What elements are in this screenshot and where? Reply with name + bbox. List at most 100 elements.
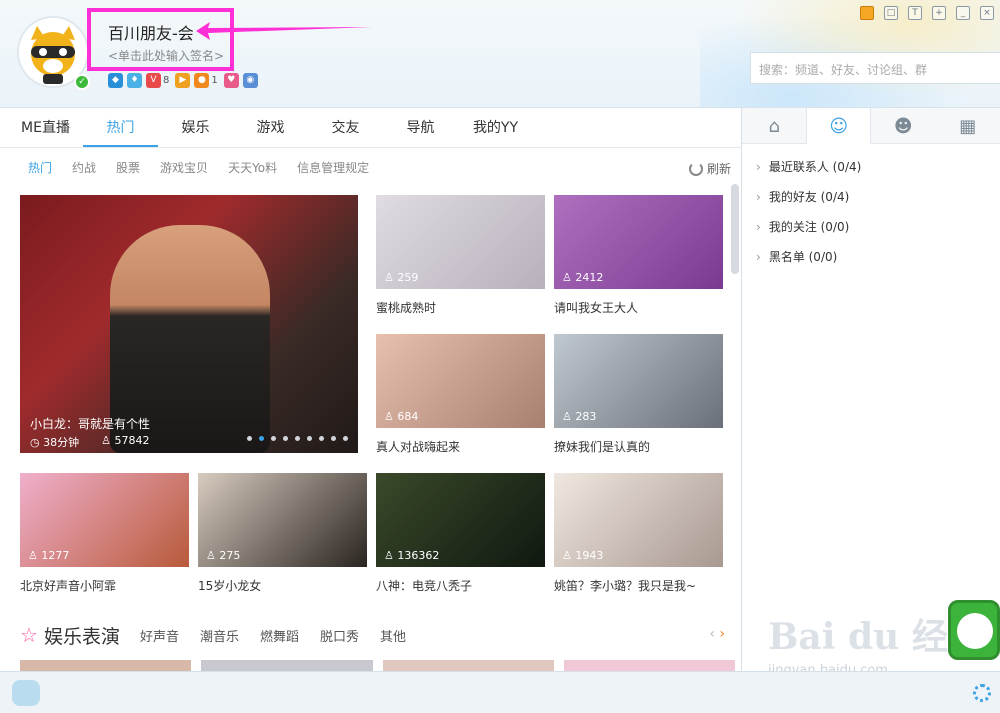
section-link-dance[interactable]: 燃舞蹈 bbox=[260, 626, 299, 645]
channel-caption: 八神：电竞八秃子 bbox=[376, 579, 473, 593]
vip-icon[interactable]: V bbox=[146, 73, 161, 88]
channel-caption: 撩妹我们是认真的 bbox=[554, 440, 651, 454]
viewer-count: ♙ 1277 bbox=[28, 549, 70, 562]
viewer-count: ♙ 1943 bbox=[562, 549, 604, 562]
app-center-icon[interactable]: □ bbox=[884, 6, 898, 20]
group-icon[interactable]: ☻ bbox=[871, 108, 935, 144]
tab-my-yy[interactable]: 我的YY bbox=[458, 108, 533, 147]
footer bbox=[0, 671, 1000, 713]
carousel-dot[interactable] bbox=[343, 436, 348, 441]
section-pager: ‹ › bbox=[709, 626, 725, 642]
tab-social[interactable]: 交友 bbox=[308, 108, 383, 147]
refresh-button[interactable]: 刷新 bbox=[688, 160, 731, 177]
close-icon[interactable]: × bbox=[980, 6, 994, 20]
channel-caption: 真人对战嗨起来 bbox=[376, 440, 461, 454]
home-icon[interactable]: ⌂ bbox=[742, 108, 806, 144]
channel-thumbnail[interactable] bbox=[382, 660, 554, 671]
contact-group-blacklist[interactable]: › 黑名单 (0/0) bbox=[742, 242, 1000, 272]
carousel-dot[interactable] bbox=[331, 436, 336, 441]
header: ✓ 百川朋友-会 <单击此处输入签名> ◆ ♦ V 8 ▶ ● 1 ♥ ◉ □ … bbox=[0, 0, 1000, 108]
section-link-voice[interactable]: 好声音 bbox=[140, 626, 179, 645]
chevron-right-icon[interactable]: › bbox=[719, 626, 725, 642]
viewer-count: ♙ 275 bbox=[206, 549, 241, 562]
shirt-icon[interactable]: T bbox=[908, 6, 922, 20]
channel-thumbnail[interactable] bbox=[563, 660, 735, 671]
carousel-dot[interactable] bbox=[271, 436, 276, 441]
skin-icon[interactable] bbox=[860, 6, 874, 20]
featured-viewers: 57842 bbox=[114, 434, 150, 447]
featured-title: 小白龙：哥就是有个性 bbox=[30, 417, 151, 431]
chevron-left-icon[interactable]: ‹ bbox=[709, 626, 715, 642]
contact-icon[interactable]: ☺ bbox=[806, 108, 872, 144]
play-icon[interactable]: ▶ bbox=[175, 73, 191, 88]
settings-icon[interactable] bbox=[973, 684, 991, 702]
group-icon[interactable]: ● bbox=[194, 73, 210, 88]
subtab-battle[interactable]: 约战 bbox=[72, 159, 96, 176]
yy-menu-icon[interactable] bbox=[12, 680, 40, 706]
channel-tile[interactable]: ♙ 283 撩妹我们是认真的 bbox=[554, 334, 723, 459]
featured-duration: 38分钟 bbox=[43, 436, 80, 449]
channel-tile[interactable]: ♙ 136362 八神：电竞八秃子 bbox=[376, 473, 545, 598]
eye-icon[interactable]: ◉ bbox=[242, 73, 258, 88]
channel-thumbnail[interactable] bbox=[201, 660, 373, 671]
carousel-dot[interactable] bbox=[259, 436, 264, 441]
sub-tabs: 热门 约战 股票 游戏宝贝 天天Yo料 信息管理规定 刷新 bbox=[0, 148, 741, 186]
tab-navigation[interactable]: 导航 bbox=[383, 108, 458, 147]
channel-caption: 蜜桃成熟时 bbox=[376, 301, 437, 315]
pin-icon[interactable]: + bbox=[932, 6, 946, 20]
contact-group-recent[interactable]: › 最近联系人 (0/4) bbox=[742, 152, 1000, 182]
star-icon: ☆ bbox=[20, 623, 38, 647]
channel-tile[interactable]: ♙ 2412 请叫我女王大人 bbox=[554, 195, 723, 320]
viewer-count: ♙ 136362 bbox=[384, 549, 440, 562]
minimize-icon[interactable]: _ bbox=[956, 6, 970, 20]
subtab-hot[interactable]: 热门 bbox=[28, 159, 52, 176]
channel-tile[interactable]: ♙ 1277 北京好声音小阿霏 bbox=[20, 473, 189, 598]
carousel-dots bbox=[247, 436, 348, 441]
carousel-dot[interactable] bbox=[295, 436, 300, 441]
tab-me-live[interactable]: ME直播 bbox=[8, 108, 83, 147]
chevron-right-icon: › bbox=[756, 220, 761, 234]
channel-caption: 北京好声音小阿霏 bbox=[20, 579, 117, 593]
section-link-other[interactable]: 其他 bbox=[380, 626, 406, 645]
channel-tile[interactable]: ♙ 259 蜜桃成熟时 bbox=[376, 195, 545, 320]
scrollbar[interactable] bbox=[731, 184, 739, 274]
channel-thumbnail[interactable] bbox=[20, 660, 192, 671]
game-icon[interactable]: ◆ bbox=[108, 73, 123, 88]
section-link-music[interactable]: 潮音乐 bbox=[200, 626, 239, 645]
contacts-panel: ⌂ ☺ ☻ ▦ › 最近联系人 (0/4) › 我的好友 (0/4) › 我的关注 (… bbox=[742, 108, 1000, 671]
refresh-icon bbox=[688, 161, 703, 176]
clock-icon: ◷ 38分钟 bbox=[30, 436, 80, 449]
contact-group-following[interactable]: › 我的关注 (0/0) bbox=[742, 212, 1000, 242]
tab-hot[interactable]: 热门 bbox=[83, 108, 158, 147]
carousel-dot[interactable] bbox=[307, 436, 312, 441]
subtab-game-babes[interactable]: 游戏宝贝 bbox=[160, 159, 208, 176]
tab-games[interactable]: 游戏 bbox=[233, 108, 308, 147]
contact-group-friends[interactable]: › 我的好友 (0/4) bbox=[742, 182, 1000, 212]
channel-tile[interactable]: ♙ 1943 姚笛？李小璐？我只是我~ bbox=[554, 473, 723, 598]
chevron-right-icon: › bbox=[756, 190, 761, 204]
viewer-count: ♙ 2412 bbox=[562, 271, 604, 284]
carousel-dot[interactable] bbox=[247, 436, 252, 441]
subtab-stocks[interactable]: 股票 bbox=[116, 159, 140, 176]
section-thumbnails bbox=[20, 660, 735, 671]
subtab-daily-news[interactable]: 天天Yo料 bbox=[228, 159, 277, 176]
carousel-dot[interactable] bbox=[283, 436, 288, 441]
diamond-icon[interactable]: ♦ bbox=[127, 73, 142, 88]
contact-list: › 最近联系人 (0/4) › 我的好友 (0/4) › 我的关注 (0/0) › 黑名… bbox=[742, 144, 1000, 272]
subtab-regulations[interactable]: 信息管理规定 bbox=[297, 159, 369, 176]
main-panel: ME直播 热门 娱乐 游戏 交友 导航 我的YY 热门 约战 股票 游戏宝贝 天… bbox=[0, 108, 742, 671]
section-link-talk[interactable]: 脱口秀 bbox=[320, 626, 359, 645]
tab-entertainment[interactable]: 娱乐 bbox=[158, 108, 233, 147]
carousel-dot[interactable] bbox=[319, 436, 324, 441]
heart-icon[interactable]: ♥ bbox=[223, 73, 239, 88]
channel-caption: 15岁小龙女 bbox=[198, 579, 262, 593]
grid-icon[interactable]: ▦ bbox=[936, 108, 1000, 144]
search-input[interactable]: 搜索：频道、好友、讨论组、群 bbox=[750, 52, 1000, 84]
chevron-right-icon: › bbox=[756, 250, 761, 264]
floating-mascot-icon[interactable] bbox=[948, 600, 1000, 660]
channel-tile[interactable]: ♙ 275 15岁小龙女 bbox=[198, 473, 367, 598]
channel-tile[interactable]: ♙ 684 真人对战嗨起来 bbox=[376, 334, 545, 459]
featured-channel[interactable]: 小白龙：哥就是有个性 ◷ 38分钟 ♙ 57842 bbox=[20, 195, 358, 453]
featured-meta: ◷ 38分钟 ♙ 57842 bbox=[30, 434, 149, 450]
viewer-count: ♙ 684 bbox=[384, 410, 419, 423]
